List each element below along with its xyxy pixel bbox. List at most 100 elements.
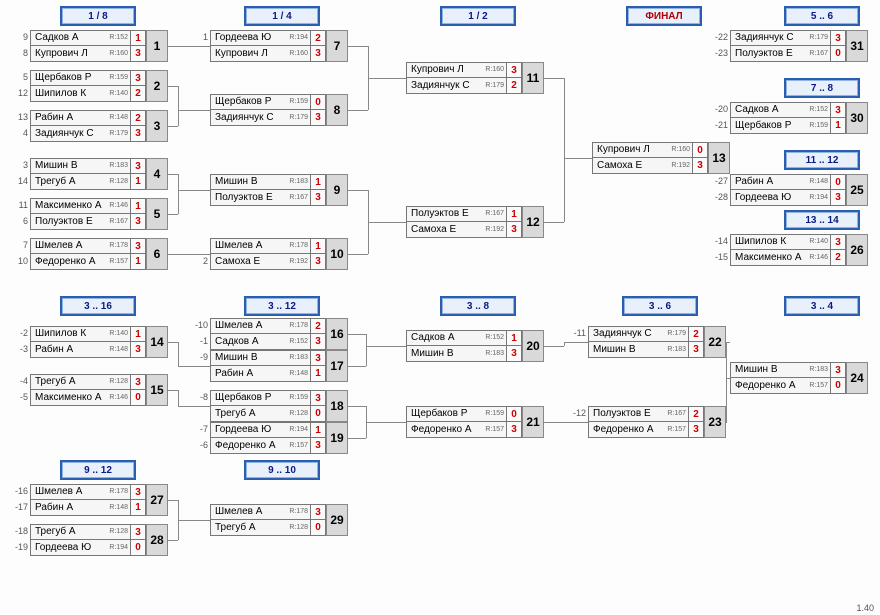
player-name: Садков АR:152: [210, 334, 310, 350]
match-11: 11Купрович ЛR:1603Задиянчук СR:1792: [406, 62, 544, 94]
player-name: Купрович ЛR:160: [30, 46, 130, 62]
match-22: 22Задиянчук СR:1792Мишин ВR:1833: [588, 326, 726, 358]
match-16: 16Шмелев АR:1782Садков АR:1523: [210, 318, 348, 350]
player-score: 1: [310, 174, 326, 190]
bracket-connector: [726, 342, 730, 343]
player-name: Задиянчук СR:179: [730, 30, 830, 46]
seed: -11: [568, 328, 586, 338]
player-name: Самоха ЕR:192: [406, 222, 506, 238]
player-score: 3: [506, 222, 522, 238]
match-18: 18Щербаков РR:1593Трегуб АR:1280: [210, 390, 348, 422]
player-name: Гордеева ЮR:194: [210, 422, 310, 438]
bracket-connector: [348, 190, 368, 191]
bracket-connector: [178, 366, 210, 367]
match-id: 15: [146, 374, 168, 406]
player-score: 1: [130, 30, 146, 46]
bracket-connector: [168, 214, 178, 215]
match-3: 3Рабин АR:1482Задиянчук СR:1793: [30, 110, 168, 142]
bracket-connector: [168, 540, 178, 541]
seed: 11: [10, 200, 28, 210]
player-name: Гордеева ЮR:194: [730, 190, 830, 206]
stage-s38: 3 .. 8: [442, 298, 514, 314]
match-id: 23: [704, 406, 726, 438]
player-score: 1: [130, 198, 146, 214]
bracket-connector: [544, 78, 564, 79]
match-id: 27: [146, 484, 168, 516]
player-name: Полуэктов ЕR:167: [406, 206, 506, 222]
seed: -6: [190, 440, 208, 450]
seed: 14: [10, 176, 28, 186]
match-id: 16: [326, 318, 348, 350]
player-score: 3: [830, 234, 846, 250]
seed: -23: [710, 48, 728, 58]
player-score: 2: [830, 250, 846, 266]
player-score: 3: [830, 362, 846, 378]
seed: -15: [710, 252, 728, 262]
match-5: 5Максименко АR:1461Полуэктов ЕR:1673: [30, 198, 168, 230]
seed: 4: [10, 128, 28, 138]
player-score: 3: [130, 214, 146, 230]
player-name: Трегуб АR:128: [30, 374, 130, 390]
seed: 9: [10, 32, 28, 42]
player-name: Мишин ВR:183: [406, 346, 506, 362]
player-score: 3: [130, 46, 146, 62]
stage-s56: 5 .. 6: [786, 8, 858, 24]
match-19: 19Гордеева ЮR:1941Федоренко АR:1573: [210, 422, 348, 454]
match-15: 15Трегуб АR:1283Максименко АR:1460: [30, 374, 168, 406]
match-id: 4: [146, 158, 168, 190]
player-score: 3: [310, 438, 326, 454]
player-score: 3: [310, 504, 326, 520]
bracket-connector: [366, 334, 367, 346]
bracket-connector: [168, 342, 178, 343]
bracket-connector: [368, 222, 406, 223]
player-score: 3: [130, 374, 146, 390]
seed: -20: [710, 104, 728, 114]
player-score: 3: [688, 422, 704, 438]
player-score: 3: [130, 126, 146, 142]
match-27: 27Шмелев АR:1783Рабин АR:1481: [30, 484, 168, 516]
player-name: Полуэктов ЕR:167: [210, 190, 310, 206]
match-id: 2: [146, 70, 168, 102]
player-score: 3: [310, 390, 326, 406]
player-name: Трегуб АR:128: [210, 406, 310, 422]
bracket-connector: [188, 46, 210, 47]
player-name: Шмелев АR:178: [210, 318, 310, 334]
match-id: 29: [326, 504, 348, 536]
stage-s1314: 13 .. 14: [786, 212, 858, 228]
seed: -21: [710, 120, 728, 130]
match-1: 1Садков АR:1521Купрович ЛR:1603: [30, 30, 168, 62]
player-score: 3: [830, 30, 846, 46]
player-score: 2: [130, 110, 146, 126]
match-12: 12Полуэктов ЕR:1671Самоха ЕR:1923: [406, 206, 544, 238]
match-id: 11: [522, 62, 544, 94]
seed: 5: [10, 72, 28, 82]
player-name: Купрович ЛR:160: [406, 62, 506, 78]
match-8: 8Щербаков РR:1590Задиянчук СR:1793: [210, 94, 348, 126]
bracket-connector: [178, 190, 210, 191]
player-score: 3: [688, 342, 704, 358]
match-id: 14: [146, 326, 168, 358]
stage-s14: 1 / 4: [246, 8, 318, 24]
match-id: 12: [522, 206, 544, 238]
player-name: Шмелев АR:178: [210, 504, 310, 520]
match-id: 7: [326, 30, 348, 62]
bracket-connector: [368, 78, 369, 110]
player-name: Садков АR:152: [30, 30, 130, 46]
player-score: 0: [830, 46, 846, 62]
bracket-connector: [564, 342, 588, 343]
bracket-connector: [366, 346, 406, 347]
match-id: 9: [326, 174, 348, 206]
seed: -27: [710, 176, 728, 186]
player-name: Садков АR:152: [406, 330, 506, 346]
player-name: Гордеева ЮR:194: [210, 30, 310, 46]
stage-s312: 3 .. 12: [246, 298, 318, 314]
match-28: 28Трегуб АR:1283Гордеева ЮR:1940: [30, 524, 168, 556]
player-score: 2: [130, 86, 146, 102]
bracket-connector: [178, 406, 210, 407]
player-name: Мишин ВR:183: [210, 174, 310, 190]
player-score: 3: [130, 70, 146, 86]
stage-s316: 3 .. 16: [62, 298, 134, 314]
seed: 2: [190, 256, 208, 266]
player-name: Шмелев АR:178: [30, 238, 130, 254]
seed: 6: [10, 216, 28, 226]
